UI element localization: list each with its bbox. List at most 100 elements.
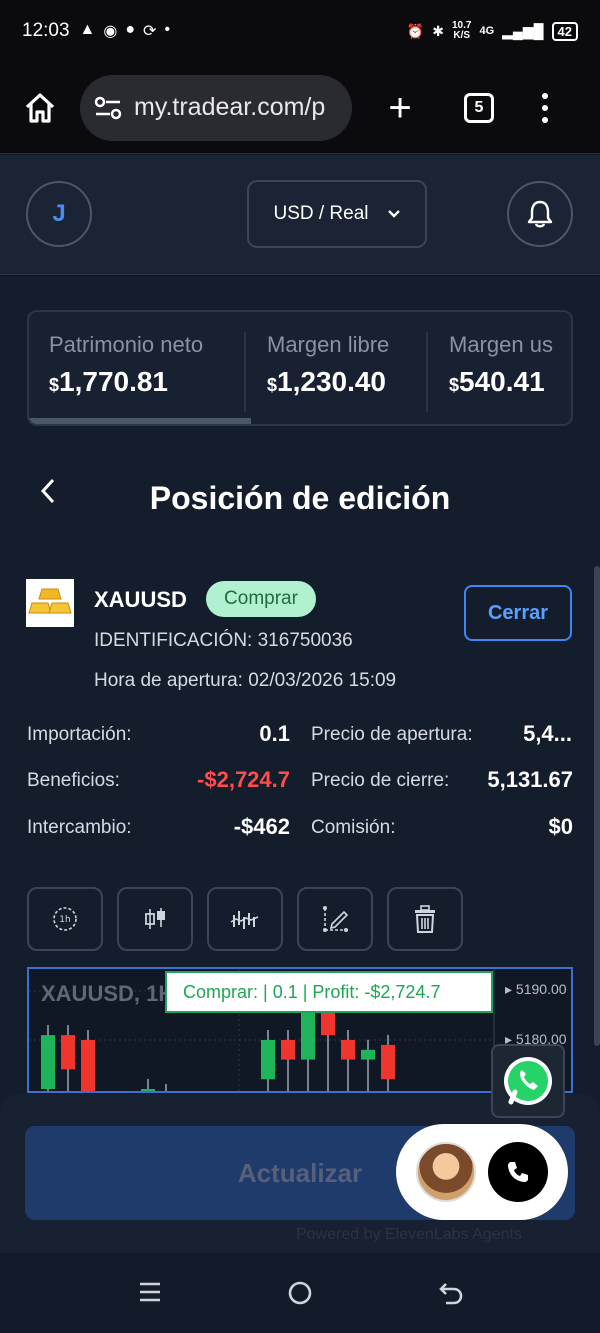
recent-apps-button[interactable]	[138, 1279, 162, 1312]
account-label: USD / Real	[273, 203, 369, 224]
chart-title: XAUUSD, 1H	[41, 981, 175, 1006]
profit-label: Beneficios:	[27, 770, 120, 791]
network-type: 4G	[479, 25, 495, 37]
divider	[244, 332, 246, 412]
chart-type-button[interactable]	[117, 887, 193, 951]
account-selector[interactable]: USD / Real	[247, 180, 427, 248]
voice-agent-widget	[396, 1124, 568, 1220]
stat-value: 540.41	[459, 366, 545, 397]
drawing-icon	[323, 906, 349, 932]
menu-lines-icon	[140, 1282, 160, 1302]
system-nav-bar	[0, 1253, 600, 1333]
chevron-down-icon	[387, 210, 400, 218]
back-arrow-icon	[439, 1283, 463, 1305]
commission-value: $0	[548, 814, 573, 839]
whatsapp-icon	[504, 1057, 552, 1105]
timeframe-icon: 1h	[53, 907, 77, 931]
stat-value: 1,770.81	[59, 366, 169, 397]
import-value: 0.1	[259, 721, 290, 746]
new-tab-button[interactable]: +	[380, 88, 420, 128]
candle-body	[281, 1040, 295, 1060]
position-line-tooltip[interactable]: Comprar: | 0.1 | Profit: -$2,724.7	[165, 971, 493, 1013]
open-price-label: Precio de apertura:	[311, 724, 473, 745]
signal-icon: ▂▄▆█	[502, 22, 544, 39]
user-avatar[interactable]: J	[26, 181, 92, 247]
candle-body	[381, 1044, 395, 1080]
call-button[interactable]	[488, 1142, 548, 1202]
alarm-icon: ⏰	[406, 22, 425, 39]
network-speed: 10.7 K/S	[452, 20, 472, 41]
home-button[interactable]	[18, 86, 62, 130]
site-settings-icon	[94, 96, 122, 119]
battery-icon: 42	[551, 21, 578, 41]
scrollbar[interactable]	[594, 566, 600, 1046]
powered-by: Powered by ElevenLabs Agents	[296, 1226, 522, 1243]
sync-status-icon: ⟳	[143, 23, 157, 40]
facebook-status-icon: ●	[125, 21, 136, 38]
candle-body	[261, 1040, 275, 1080]
open-time: Hora de apertura: 02/03/2026 15:09	[94, 670, 397, 691]
browser-toolbar: my.tradear.com/p + 5	[0, 62, 600, 154]
back-nav-button[interactable]	[437, 1279, 465, 1314]
delete-drawings-button[interactable]	[387, 887, 463, 951]
browser-menu-button[interactable]	[542, 92, 548, 123]
title-row: Posición de edición	[0, 466, 600, 530]
stat-value: 1,230.40	[277, 366, 387, 397]
page-title: Posición de edición	[149, 480, 451, 516]
stat-label: Margen us	[449, 332, 553, 357]
stat-label: Patrimonio neto	[49, 332, 204, 357]
home-nav-button[interactable]	[286, 1279, 314, 1314]
stats-scroll-indicator	[29, 418, 251, 424]
trash-icon	[415, 905, 435, 933]
whatsapp-status-icon: ◉	[103, 23, 118, 40]
account-stats-card[interactable]: Patrimonio neto $1,770.81 Margen libre $…	[27, 310, 573, 426]
close-position-button[interactable]: Cerrar	[464, 585, 572, 641]
whatsapp-button[interactable]	[491, 1044, 565, 1118]
candle-body	[141, 1089, 155, 1091]
candle-body	[321, 1010, 335, 1036]
profit-value: -$2,724.7	[197, 767, 290, 792]
gold-bars-icon	[26, 579, 74, 627]
candle-body	[341, 1040, 355, 1060]
svg-text:1h: 1h	[59, 915, 70, 925]
close-price-label: Precio de cierre:	[311, 770, 450, 791]
close-price-value: 5,131.67	[487, 767, 573, 792]
price-axis-label: ▸ 5190.00	[505, 981, 567, 997]
candle-body	[41, 1035, 55, 1089]
url-text: my.tradear.com/p	[134, 93, 326, 121]
system-icons: ⏰ ✱ 10.7 K/S 4G ▂▄▆█ 42	[407, 21, 578, 41]
drawing-tools-button[interactable]	[297, 887, 373, 951]
indicators-button[interactable]	[207, 887, 283, 951]
stat-label: Margen libre	[267, 332, 390, 357]
agent-avatar[interactable]	[416, 1142, 476, 1202]
candle-body	[61, 1035, 75, 1070]
status-time: 12:03	[22, 20, 70, 41]
swap-value: -$462	[233, 814, 290, 839]
timeframe-button[interactable]: 1h	[27, 887, 103, 951]
bluetooth-icon: ✱	[432, 22, 444, 39]
candle-body	[81, 1040, 95, 1091]
phone-icon	[508, 1162, 528, 1182]
bell-icon	[527, 200, 553, 228]
candle-body	[361, 1049, 375, 1060]
swap-label: Intercambio:	[27, 817, 132, 838]
home-icon	[25, 92, 55, 123]
warning-icon: ▲	[79, 21, 96, 38]
import-label: Importación:	[27, 724, 132, 745]
notifications-button[interactable]	[507, 181, 573, 247]
status-bar: 12:03 ▲ ◉ ● ⟳ • ⏰ ✱ 10.7 K/S 4G ▂▄▆█ 42	[0, 0, 600, 62]
commission-label: Comisión:	[311, 817, 396, 838]
more-notifications-dot-icon: •	[164, 21, 171, 38]
divider	[426, 332, 428, 412]
tab-switcher-button[interactable]: 5	[464, 92, 494, 123]
candle-body	[301, 1010, 315, 1060]
address-bar[interactable]: my.tradear.com/p	[80, 74, 352, 141]
position-id: IDENTIFICACIÓN: 316750036	[94, 630, 353, 651]
indicators-icon	[230, 911, 259, 929]
side-badge: Comprar	[206, 581, 316, 617]
open-price-value: 5,4...	[523, 721, 572, 746]
candle-type-icon	[145, 908, 165, 929]
position-symbol: XAUUSD	[94, 587, 187, 612]
notification-icons: ▲ ◉ ● ⟳ •	[80, 21, 171, 41]
circle-home-icon	[288, 1281, 312, 1305]
